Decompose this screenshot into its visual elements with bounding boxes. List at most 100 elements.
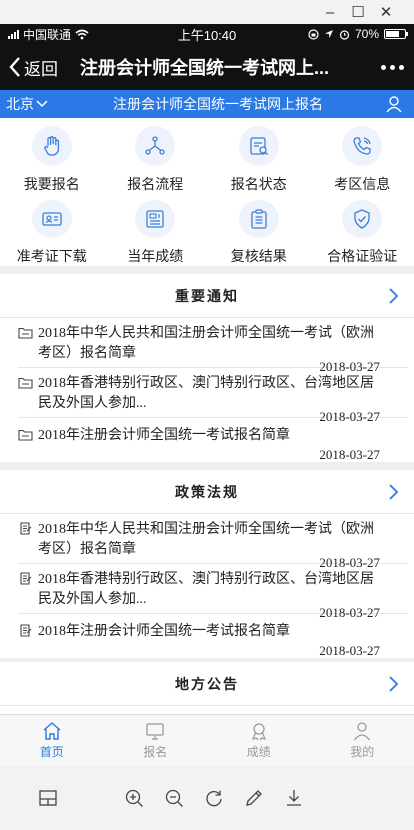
hand-icon: [43, 136, 59, 156]
page-title: 注册会计师全国统一考试网上...: [80, 58, 330, 78]
list-item[interactable]: 2018年香港特别行政区、澳门特别行政区、台湾地区居民及外国人参加... 201…: [18, 564, 408, 620]
edit-button[interactable]: [234, 778, 274, 818]
list-item[interactable]: 2018年香港特别行政区、澳门特别行政区、台湾地区居民及外国人参加... 201…: [18, 368, 408, 424]
tab-bar: 首页 报名 成绩 我的: [0, 714, 414, 766]
divider: [0, 462, 414, 470]
grid-label: 复核结果: [230, 248, 287, 264]
status-icon: [250, 137, 268, 155]
maximize-button[interactable]: ☐: [344, 2, 372, 22]
back-button[interactable]: 返回: [0, 55, 80, 80]
grid-item-flow[interactable]: 报名流程: [104, 120, 208, 194]
chevron-down-icon: [36, 100, 48, 108]
list-item[interactable]: 2018年中华人民共和国注册会计师全国统一考试（欧洲考区）报名简章 2018-0…: [18, 514, 408, 570]
grid-item-certificate-verify[interactable]: 合格证验证: [311, 194, 414, 266]
more-dot-icon: [380, 64, 386, 70]
city-selector[interactable]: 北京: [0, 94, 62, 114]
news-title: 2018年香港特别行政区、澳门特别行政区、台湾地区居民及外国人参加...: [38, 376, 374, 411]
grid-item-region-info[interactable]: 考区信息: [311, 120, 414, 194]
grid-label: 准考证下载: [16, 248, 87, 264]
tab-label: 报名: [143, 745, 168, 759]
list-item[interactable]: 2018年注册会计师全国统一考试报名简章 2018-03-27: [18, 418, 408, 462]
user-icon: [386, 96, 402, 113]
grid-label: 报名流程: [127, 176, 184, 192]
news-date: 2018-03-27: [319, 643, 380, 658]
signal-icon: [8, 29, 19, 39]
zoom-out-button[interactable]: [154, 778, 194, 818]
grid-label: 报名状态: [230, 176, 287, 192]
alarm-icon: [339, 29, 350, 40]
browser-toolbar: [0, 766, 414, 830]
pencil-icon: [246, 790, 262, 806]
nav-bar: 返回 注册会计师全国统一考试网上...: [0, 44, 414, 90]
score-icon: [146, 210, 164, 228]
chevron-right-icon: [389, 484, 399, 500]
site-header: 北京 注册会计师全国统一考试网上报名: [0, 90, 414, 118]
download-button[interactable]: [274, 778, 314, 818]
grid-item-admission-ticket[interactable]: 准考证下载: [0, 194, 104, 266]
grid-item-score[interactable]: 当年成绩: [104, 194, 208, 266]
chevron-right-icon: [389, 288, 399, 304]
tab-register[interactable]: 报名: [104, 715, 208, 766]
back-label: 返回: [24, 59, 58, 79]
notices-header[interactable]: 重要通知: [0, 274, 414, 318]
battery-icon: [384, 29, 408, 39]
site-title: 注册会计师全国统一考试网上报名: [113, 96, 323, 112]
document-icon: [20, 572, 32, 585]
shield-icon: [354, 209, 370, 229]
id-card-icon: [42, 212, 62, 226]
tab-label: 我的: [350, 745, 375, 759]
divider: [0, 266, 414, 274]
city-label: 北京: [6, 96, 34, 112]
grid-item-register[interactable]: 我要报名: [0, 120, 104, 194]
policies-header[interactable]: 政策法规: [0, 470, 414, 514]
list-item[interactable]: 2018年注册会计师全国统一考试报名简章 2018-03-27: [18, 614, 408, 658]
lock-rotation-icon: [308, 28, 319, 40]
folder-icon: [18, 327, 33, 339]
section-title: 政策法规: [175, 483, 239, 500]
news-title: 2018年香港特别行政区、澳门特别行政区、台湾地区居民及外国人参加...: [38, 572, 374, 607]
location-icon: [324, 30, 333, 38]
notices-section: 重要通知 2018年中华人民共和国注册会计师全国统一考试（欧洲考区）报名简章 2…: [0, 274, 414, 462]
news-title: 2018年注册会计师全国统一考试报名简章: [38, 428, 290, 443]
zoom-in-button[interactable]: [114, 778, 154, 818]
status-bar: 中国联通 上午10:40 70%: [0, 24, 414, 44]
news-title: 2018年注册会计师全国统一考试报名简章: [38, 624, 290, 639]
minimize-button[interactable]: –: [316, 2, 344, 22]
chevron-right-icon: [389, 676, 399, 692]
carrier-name: 中国联通: [23, 27, 72, 42]
grid-item-review-result[interactable]: 复核结果: [207, 194, 311, 266]
document-icon: [20, 624, 32, 637]
grid-label: 我要报名: [23, 176, 80, 192]
news-title: 2018年中华人民共和国注册会计师全国统一考试（欧洲考区）报名简章: [38, 522, 374, 557]
local-section: 地方公告: [0, 662, 414, 714]
layout-button[interactable]: [28, 778, 68, 818]
more-button[interactable]: [370, 64, 414, 70]
news-date: 2018-03-27: [319, 447, 380, 462]
flow-icon: [145, 136, 165, 155]
clipboard-icon: [251, 209, 267, 229]
phone-icon: [353, 137, 371, 155]
window-chrome: – ☐ ✕: [0, 0, 414, 24]
wifi-icon: [75, 29, 89, 39]
grid-label: 当年成绩: [127, 248, 184, 264]
grid-label: 合格证验证: [327, 248, 398, 264]
monitor-icon: [146, 723, 164, 740]
grid-item-status[interactable]: 报名状态: [207, 120, 311, 194]
tab-label: 成绩: [246, 745, 271, 759]
function-grid: 我要报名 报名流程 报名状态 考区信息 准考证下载 当年成绩 复核结果 合格证验…: [0, 120, 414, 266]
zoom-out-icon: [165, 789, 183, 807]
folder-icon: [18, 377, 33, 389]
grid-label: 考区信息: [334, 176, 391, 192]
refresh-button[interactable]: [194, 778, 234, 818]
user-button[interactable]: [374, 95, 414, 113]
status-time: 上午10:40: [177, 27, 237, 43]
tab-home[interactable]: 首页: [0, 715, 104, 766]
download-icon: [287, 790, 301, 806]
battery-percent: 70%: [354, 27, 379, 41]
tab-score[interactable]: 成绩: [207, 715, 311, 766]
tab-mine[interactable]: 我的: [311, 715, 414, 766]
list-item[interactable]: 2018年中华人民共和国注册会计师全国统一考试（欧洲考区）报名简章 2018-0…: [18, 318, 408, 374]
close-button[interactable]: ✕: [372, 2, 400, 22]
chevron-left-icon: [9, 57, 20, 77]
local-header[interactable]: 地方公告: [0, 662, 414, 706]
